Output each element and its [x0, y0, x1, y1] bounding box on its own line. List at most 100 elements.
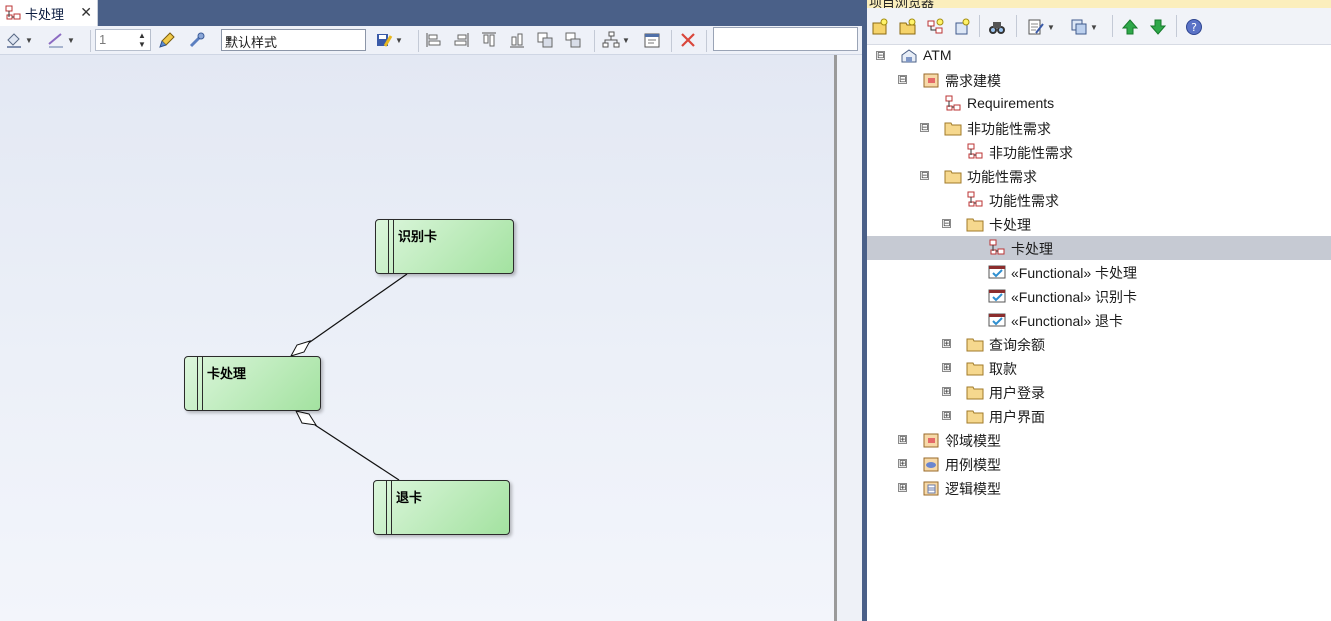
move-up-button[interactable] — [1121, 17, 1139, 37]
folder-icon — [966, 218, 984, 232]
same-size-icon — [537, 32, 553, 48]
format-painter-button[interactable] — [158, 30, 176, 50]
tree-item-label: «Functional» 退卡 — [1011, 313, 1124, 329]
tree-item-logic-model[interactable]: ⊞ 逻辑模型 — [867, 476, 1331, 500]
toolbar-separator — [1016, 15, 1017, 37]
collapse-icon[interactable]: ⊟ — [920, 171, 929, 180]
tree-item-functional-diagram[interactable]: 功能性需求 — [867, 188, 1331, 212]
tree-item-label: 功能性需求 — [989, 193, 1059, 209]
stepper-arrows[interactable]: ▲ ▼ — [138, 31, 148, 49]
help-button[interactable]: ? — [1185, 17, 1203, 37]
tree-item-ui-folder[interactable]: ⊞ 用户界面 — [867, 404, 1331, 428]
help-icon: ? — [1186, 19, 1202, 35]
new-model-button[interactable] — [871, 17, 889, 37]
tree-item-atm[interactable]: ⊟ ATM — [867, 44, 1331, 68]
properties-button[interactable]: ▼ — [1027, 17, 1055, 37]
tree-item-login-folder[interactable]: ⊞ 用户登录 — [867, 380, 1331, 404]
line-color-button[interactable]: ▼ — [47, 30, 75, 50]
style-select[interactable]: 默认样式 ▼ — [221, 29, 366, 51]
node-stripe — [388, 220, 394, 273]
find-button[interactable] — [988, 17, 1006, 37]
tree-item-functional-identify[interactable]: «Functional» 识别卡 — [867, 284, 1331, 308]
diagram-icon — [967, 143, 983, 159]
expand-icon[interactable]: ⊞ — [942, 339, 951, 348]
properties-icon — [644, 33, 660, 48]
tree-item-withdraw-folder[interactable]: ⊞ 取款 — [867, 356, 1331, 380]
toolbar-separator — [418, 30, 419, 52]
same-height-button[interactable] — [564, 30, 582, 50]
eyedropper-button[interactable] — [188, 30, 206, 50]
tree-item-functional-card[interactable]: «Functional» 卡处理 — [867, 260, 1331, 284]
requirement-icon — [988, 289, 1006, 303]
expand-icon[interactable]: ⊞ — [942, 363, 951, 372]
save-style-button[interactable]: ▼ — [375, 30, 403, 50]
expand-icon[interactable]: ⊞ — [898, 483, 907, 492]
usecase-package-icon — [923, 457, 939, 472]
node-label: 退卡 — [396, 490, 423, 505]
browser-title: 项目浏览器 — [869, 0, 935, 8]
expand-icon[interactable]: ⊞ — [898, 435, 907, 444]
diagram-canvas[interactable] — [0, 55, 834, 621]
chevron-down-icon: ▼ — [67, 35, 75, 45]
tree-item-requirements-model[interactable]: ⊟ 需求建模 — [867, 68, 1331, 92]
expand-icon[interactable]: ⊞ — [898, 459, 907, 468]
eyedropper-icon — [189, 32, 205, 48]
fill-color-button[interactable]: ▼ — [5, 30, 33, 50]
tree-item-label: 用户界面 — [989, 409, 1045, 425]
expand-icon[interactable]: ⊞ — [942, 411, 951, 420]
tree-item-nonfunctional-folder[interactable]: ⊟ 非功能性需求 — [867, 116, 1331, 140]
collapse-icon[interactable]: ⊟ — [898, 75, 907, 84]
node-stripe — [386, 481, 392, 534]
toolbar-search-input[interactable] — [713, 27, 858, 51]
copy-icon — [1071, 19, 1087, 35]
tree-item-label: 非功能性需求 — [967, 121, 1051, 137]
requirement-node-tuika[interactable]: 退卡 — [373, 480, 510, 535]
align-bottom-button[interactable] — [508, 30, 526, 50]
collapse-icon[interactable]: ⊟ — [942, 219, 951, 228]
tree-item-card-diagram[interactable]: 卡处理 — [867, 236, 1331, 260]
diagram-icon — [945, 95, 961, 111]
close-icon[interactable]: ✕ — [80, 4, 92, 20]
tree-item-functional-folder[interactable]: ⊟ 功能性需求 — [867, 164, 1331, 188]
delete-button[interactable] — [679, 30, 697, 50]
expand-icon[interactable]: ⊞ — [942, 387, 951, 396]
tree-item-domain-model[interactable]: ⊞ 邻域模型 — [867, 428, 1331, 452]
align-right-button[interactable] — [452, 30, 470, 50]
align-left-button[interactable] — [425, 30, 443, 50]
requirement-node-shibie[interactable]: 识别卡 — [375, 219, 514, 274]
chevron-down-icon: ▼ — [225, 35, 233, 44]
requirement-node-kachuli[interactable]: 卡处理 — [184, 356, 321, 411]
line-width-stepper[interactable]: 1 ▲ ▼ — [95, 29, 151, 51]
collapse-icon[interactable]: ⊟ — [876, 51, 885, 60]
delete-x-icon — [681, 33, 695, 47]
model-root-icon — [901, 49, 917, 63]
copy-button[interactable]: ▼ — [1070, 17, 1098, 37]
diagram-properties-button[interactable] — [643, 30, 661, 50]
toolbar-separator — [706, 30, 707, 52]
tree-item-label: «Functional» 识别卡 — [1011, 289, 1138, 305]
tree-item-usecase-model[interactable]: ⊞ 用例模型 — [867, 452, 1331, 476]
tab-card-processing[interactable]: 卡处理 ✕ — [0, 0, 98, 26]
browser-title-bar: 项目浏览器 — [867, 0, 1331, 8]
node-label: 识别卡 — [398, 229, 438, 244]
tree-item-card-folder[interactable]: ⊟ 卡处理 — [867, 212, 1331, 236]
align-top-button[interactable] — [480, 30, 498, 50]
collapse-icon[interactable]: ⊟ — [920, 123, 929, 132]
layout-button[interactable]: ▼ — [602, 30, 630, 50]
tree-item-requirements-diagram[interactable]: Requirements — [867, 92, 1331, 116]
class-package-icon — [923, 481, 939, 496]
align-bottom-icon — [510, 33, 524, 48]
tree-item-nonfunctional-diagram[interactable]: 非功能性需求 — [867, 140, 1331, 164]
edit-document-icon — [1028, 19, 1044, 35]
new-folder-button[interactable] — [899, 17, 917, 37]
tree-item-balance-folder[interactable]: ⊞ 查询余额 — [867, 332, 1331, 356]
tree-item-functional-eject[interactable]: «Functional» 退卡 — [867, 308, 1331, 332]
same-width-button[interactable] — [536, 30, 554, 50]
folder-icon — [966, 338, 984, 352]
chevron-down-icon: ▼ — [1047, 22, 1055, 32]
new-diagram-icon — [927, 18, 944, 34]
new-diagram-button[interactable] — [926, 17, 944, 37]
tree-item-label: 逻辑模型 — [945, 481, 1001, 497]
new-element-button[interactable] — [953, 17, 971, 37]
move-down-button[interactable] — [1149, 17, 1167, 37]
